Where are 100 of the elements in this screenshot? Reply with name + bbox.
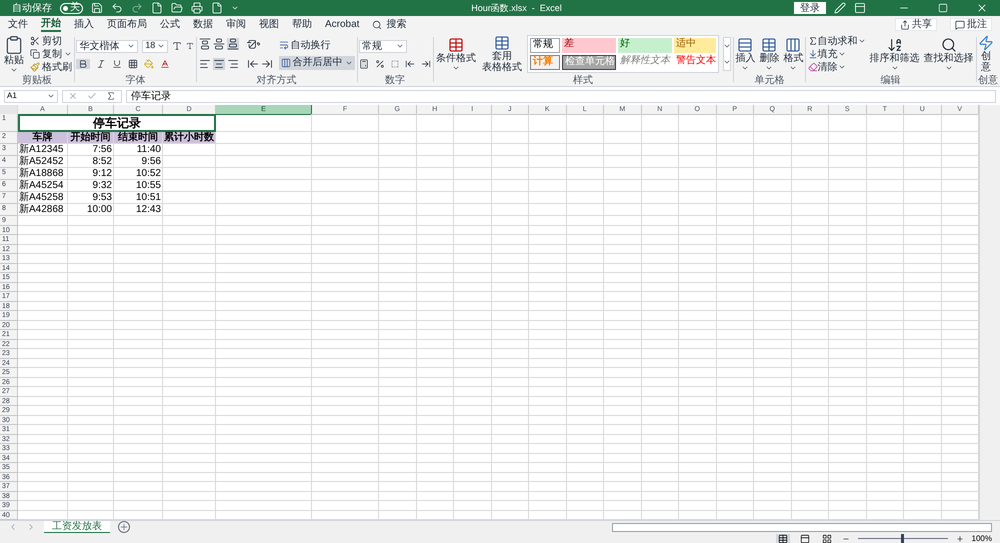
- wrap-text-icon[interactable]: [278, 40, 289, 50]
- table-icon[interactable]: [761, 36, 778, 52]
- name-box[interactable]: A1: [4, 90, 58, 102]
- title-cell[interactable]: 停车记录: [18, 114, 216, 132]
- table-cell[interactable]: 新A52452: [18, 156, 68, 168]
- undo-icon[interactable]: [111, 2, 123, 14]
- table-cell[interactable]: 9:53: [68, 192, 114, 204]
- sigma-icon[interactable]: [808, 36, 818, 46]
- search-button[interactable]: 搜索: [372, 19, 406, 30]
- table-cell[interactable]: 新A42868: [18, 204, 68, 216]
- menu-tab[interactable]: Acrobat: [325, 17, 360, 32]
- format-as-table-button[interactable]: 套用 表格格式: [481, 35, 524, 73]
- decrease-indent-icon[interactable]: [246, 58, 259, 70]
- cut-button[interactable]: 剪切: [30, 34, 72, 48]
- cancel-icon[interactable]: [68, 91, 78, 101]
- increase-indent-icon[interactable]: [260, 58, 273, 70]
- caret-icon[interactable]: [858, 37, 866, 45]
- gallery-scrollbar[interactable]: [723, 37, 732, 71]
- close-icon[interactable]: [976, 2, 988, 14]
- wrap-text-button[interactable]: 自动换行: [278, 38, 355, 52]
- pen-icon[interactable]: [834, 2, 846, 14]
- printer-icon[interactable]: [191, 2, 203, 14]
- font-name-dropdown[interactable]: 华文楷体: [76, 40, 138, 52]
- table-cell[interactable]: 新A45254: [18, 180, 68, 192]
- fill-button[interactable]: 填充: [808, 48, 866, 60]
- caret-icon[interactable]: [127, 42, 136, 50]
- ribbon-display-icon[interactable]: [854, 2, 866, 14]
- table-cell[interactable]: 9:12: [68, 168, 114, 180]
- increase-font-icon[interactable]: [172, 41, 182, 51]
- cells-button[interactable]: 删除: [759, 36, 780, 72]
- table-cell[interactable]: 10:51: [114, 192, 163, 204]
- underline-icon[interactable]: [112, 58, 122, 68]
- share-button[interactable]: 共享: [895, 18, 937, 31]
- select-all-corner[interactable]: [0, 105, 18, 115]
- cell-style-option[interactable]: 常规: [530, 38, 560, 53]
- table-cell[interactable]: 8:52: [68, 156, 114, 168]
- horizontal-scrollbar[interactable]: [612, 522, 992, 532]
- table-cell[interactable]: 10:00: [68, 204, 114, 216]
- find-select-button[interactable]: 查找和选择: [924, 36, 974, 72]
- table-icon[interactable]: [494, 35, 510, 51]
- menu-tab[interactable]: 页面布局: [107, 17, 147, 32]
- cells-button[interactable]: 格式: [783, 36, 804, 72]
- cells-button[interactable]: 插入: [735, 36, 756, 72]
- table-cell[interactable]: 12:43: [114, 204, 163, 216]
- merge-center-button[interactable]: 合并后居中: [278, 56, 355, 70]
- zoom-in-icon[interactable]: [956, 534, 964, 542]
- table-cell[interactable]: 新A12345: [18, 144, 68, 156]
- paste-button[interactable]: 粘贴: [2, 33, 26, 75]
- caret-icon[interactable]: [47, 92, 55, 100]
- vertical-scrollbar[interactable]: [979, 105, 1000, 520]
- accounting-icon[interactable]: [358, 58, 369, 68]
- copy-icon[interactable]: [30, 49, 40, 59]
- columns-icon[interactable]: [785, 36, 802, 52]
- align-left-icon[interactable]: [198, 58, 211, 70]
- sort-filter-button[interactable]: 排序和筛选: [870, 36, 920, 72]
- conditional-format-button[interactable]: 条件格式: [435, 36, 478, 72]
- header-cell[interactable]: 车牌: [18, 132, 68, 144]
- align-right-icon[interactable]: [226, 58, 239, 70]
- rows-icon[interactable]: [737, 36, 754, 52]
- cell-style-option[interactable]: 好: [618, 38, 672, 53]
- view-button[interactable]: [776, 534, 790, 543]
- table-cell[interactable]: 9:32: [68, 180, 114, 192]
- comment-icon[interactable]: [955, 20, 965, 30]
- cell-style-option[interactable]: 差: [562, 38, 616, 53]
- font-color-icon[interactable]: [160, 58, 170, 68]
- sign-in-button[interactable]: 登录: [794, 2, 826, 14]
- font-size-dropdown[interactable]: 18: [142, 40, 168, 52]
- sort-icon[interactable]: [886, 36, 903, 52]
- table-cell[interactable]: 9:56: [114, 156, 163, 168]
- folder-icon[interactable]: [171, 2, 183, 14]
- menu-tab[interactable]: 帮助: [292, 17, 312, 32]
- new-file-icon[interactable]: [151, 2, 163, 14]
- table-cell[interactable]: 10:52: [114, 168, 163, 180]
- percent-icon[interactable]: [374, 58, 385, 68]
- fill-color-icon[interactable]: [144, 58, 154, 68]
- autosum-button[interactable]: 自动求和: [808, 34, 866, 48]
- share-icon[interactable]: [900, 20, 910, 30]
- cell-style-option[interactable]: 适中: [674, 38, 716, 53]
- table-cell[interactable]: 11:40: [114, 144, 163, 156]
- table-cell[interactable]: 新A18868: [18, 168, 68, 180]
- header-cell[interactable]: 结束时间: [114, 132, 163, 144]
- formula-input[interactable]: 停车记录: [126, 90, 996, 102]
- align-center-icon[interactable]: [212, 58, 225, 70]
- menu-tab[interactable]: 数据: [193, 17, 213, 32]
- table-cell[interactable]: 7:56: [68, 144, 114, 156]
- document-icon[interactable]: [211, 2, 223, 14]
- caret-icon[interactable]: [396, 42, 404, 50]
- header-cell[interactable]: 累计小时数: [163, 132, 216, 144]
- merge-cells-icon[interactable]: [280, 58, 291, 68]
- menu-tab[interactable]: 审阅: [226, 17, 246, 32]
- menu-tab[interactable]: 插入: [74, 17, 94, 32]
- align-bottom-icon[interactable]: [226, 38, 239, 50]
- menu-tab[interactable]: 文件: [8, 17, 28, 32]
- menu-tab[interactable]: 公式: [160, 17, 180, 32]
- scissors-icon[interactable]: [30, 36, 40, 46]
- search-icon[interactable]: [372, 20, 382, 30]
- zoom-thumb[interactable]: [901, 534, 904, 543]
- caret-icon[interactable]: [64, 50, 72, 58]
- fill-down-icon[interactable]: [808, 49, 818, 59]
- table-cell[interactable]: 10:55: [114, 180, 163, 192]
